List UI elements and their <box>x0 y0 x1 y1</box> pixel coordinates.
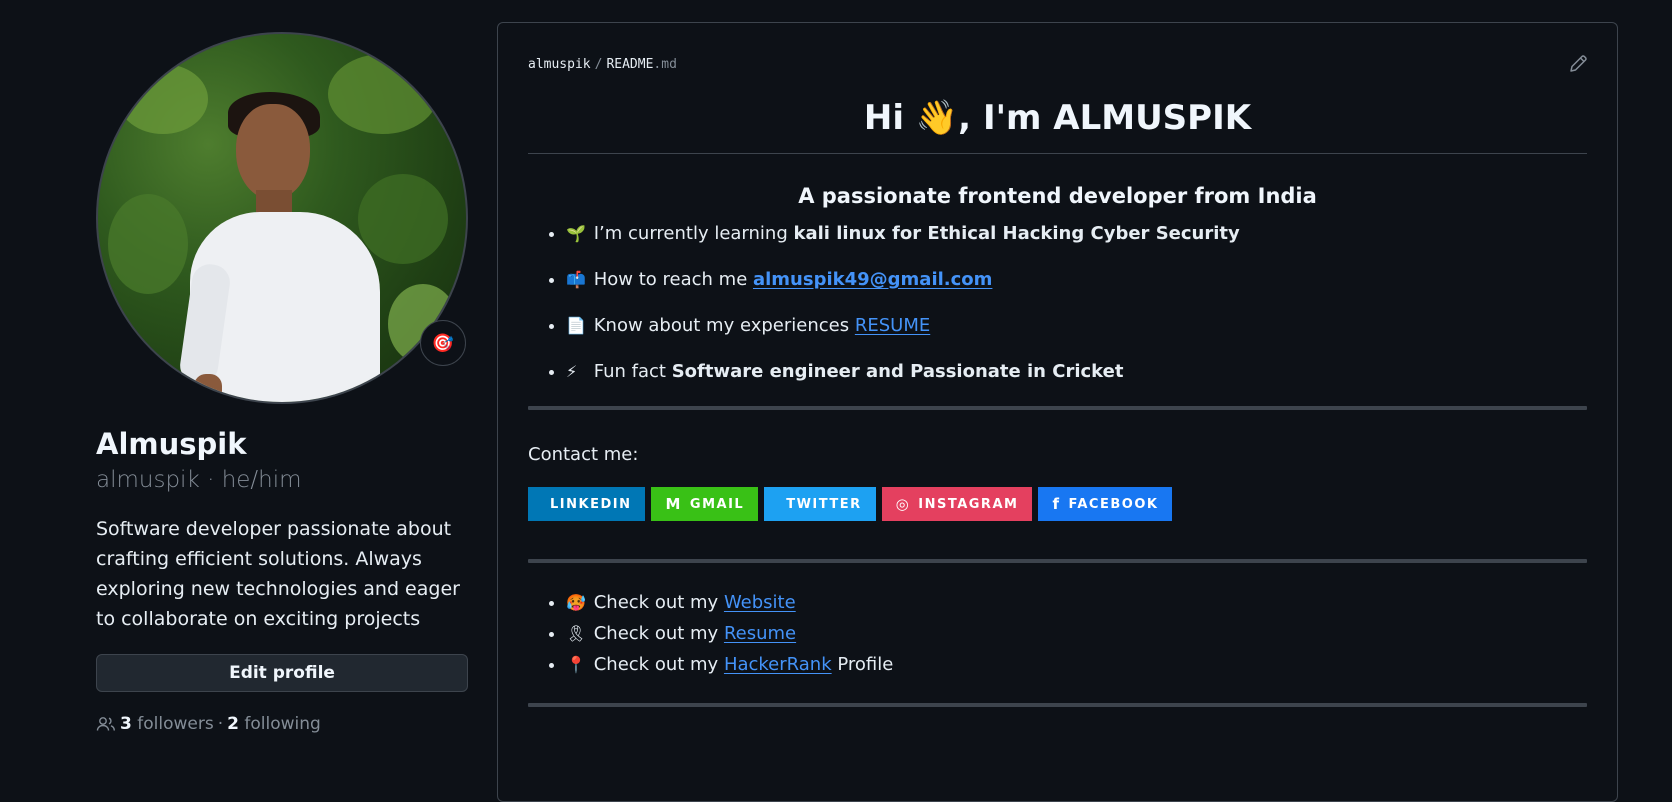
profile-bio: Software developer passionate about craf… <box>96 518 460 630</box>
twitter-badge[interactable]: TWITTER <box>764 487 876 521</box>
list-item: ⚡ Fun fact Software engineer and Passion… <box>566 360 1587 384</box>
document-icon: 📄 <box>566 316 586 335</box>
list-item: 📍 Check out my HackerRank Profile <box>566 653 1587 677</box>
email-link[interactable]: almuspik49@gmail.com <box>753 269 992 290</box>
linkedin-badge[interactable]: LINKEDIN <box>528 487 646 521</box>
website-link[interactable]: Website <box>724 592 796 613</box>
list-item: 🌱 I’m currently learning kali linux for … <box>566 222 1587 246</box>
dart-icon: 🎯 <box>431 332 455 354</box>
edit-pencil-icon[interactable] <box>1567 53 1589 75</box>
follow-stats: 3 followers · 2 following <box>96 714 468 734</box>
divider <box>528 406 1587 410</box>
facebook-icon: f <box>1052 495 1061 513</box>
crumb-ext: .md <box>653 57 677 72</box>
list-item: 🎗 Check out my Resume <box>566 622 1587 646</box>
gmail-icon: M <box>665 495 682 513</box>
readme-breadcrumb: almuspik / README.md <box>528 57 677 72</box>
resume-link-2[interactable]: Resume <box>724 623 796 644</box>
readme-card: almuspik / README.md Hi 👋, I'm ALMUSPIK A … <box>497 22 1618 802</box>
pin-icon: 📍 <box>566 655 586 674</box>
social-badges: LINKEDIN M GMAIL TWITTER ◎ INSTAGRAM f F… <box>528 487 1587 521</box>
contact-label: Contact me: <box>528 444 639 465</box>
crumb-file: README <box>606 57 654 72</box>
people-icon <box>96 717 115 731</box>
readme-heading: Hi 👋, I'm ALMUSPIK <box>528 93 1587 154</box>
lightning-icon: ⚡ <box>566 362 578 381</box>
facts-list: 🌱 I’m currently learning kali linux for … <box>528 222 1587 384</box>
following-link[interactable]: 2 following <box>227 714 321 734</box>
separator-dot: · <box>217 714 224 734</box>
set-status-button[interactable]: 🎯 <box>420 320 466 366</box>
profile-login-pronouns: almuspik · he/him <box>96 467 302 493</box>
divider <box>528 703 1587 707</box>
hot-face-icon: 🥵 <box>566 593 586 612</box>
instagram-badge[interactable]: ◎ INSTAGRAM <box>881 487 1033 521</box>
links-list: 🥵 Check out my Website 🎗 Check out my Re… <box>528 591 1587 677</box>
instagram-icon: ◎ <box>895 495 911 513</box>
divider <box>528 559 1587 563</box>
hackerrank-link[interactable]: HackerRank <box>724 654 832 675</box>
facebook-badge[interactable]: f FACEBOOK <box>1038 487 1173 521</box>
gmail-badge[interactable]: M GMAIL <box>651 487 759 521</box>
crumb-owner-link[interactable]: almuspik <box>528 57 591 72</box>
ribbon-icon: 🎗 <box>566 624 587 643</box>
edit-profile-button[interactable]: Edit profile <box>96 654 468 692</box>
list-item: 🥵 Check out my Website <box>566 591 1587 615</box>
profile-sidebar: 🎯 Almuspik almuspik · he/him Software de… <box>96 32 468 734</box>
list-item: 📄 Know about my experiences RESUME <box>566 314 1587 338</box>
avatar[interactable] <box>96 32 468 404</box>
resume-link[interactable]: RESUME <box>855 315 930 336</box>
mailbox-icon: 📫 <box>566 270 586 289</box>
list-item: 📫 How to reach me almuspik49@gmail.com <box>566 268 1587 292</box>
seedling-icon: 🌱 <box>566 224 586 243</box>
readme-subheading: A passionate frontend developer from Ind… <box>798 184 1317 208</box>
readme-content: Hi 👋, I'm ALMUSPIK A passionate frontend… <box>528 93 1587 707</box>
avatar-container: 🎯 <box>96 32 468 404</box>
followers-link[interactable]: 3 followers <box>120 714 214 734</box>
profile-name: Almuspik <box>96 427 247 461</box>
